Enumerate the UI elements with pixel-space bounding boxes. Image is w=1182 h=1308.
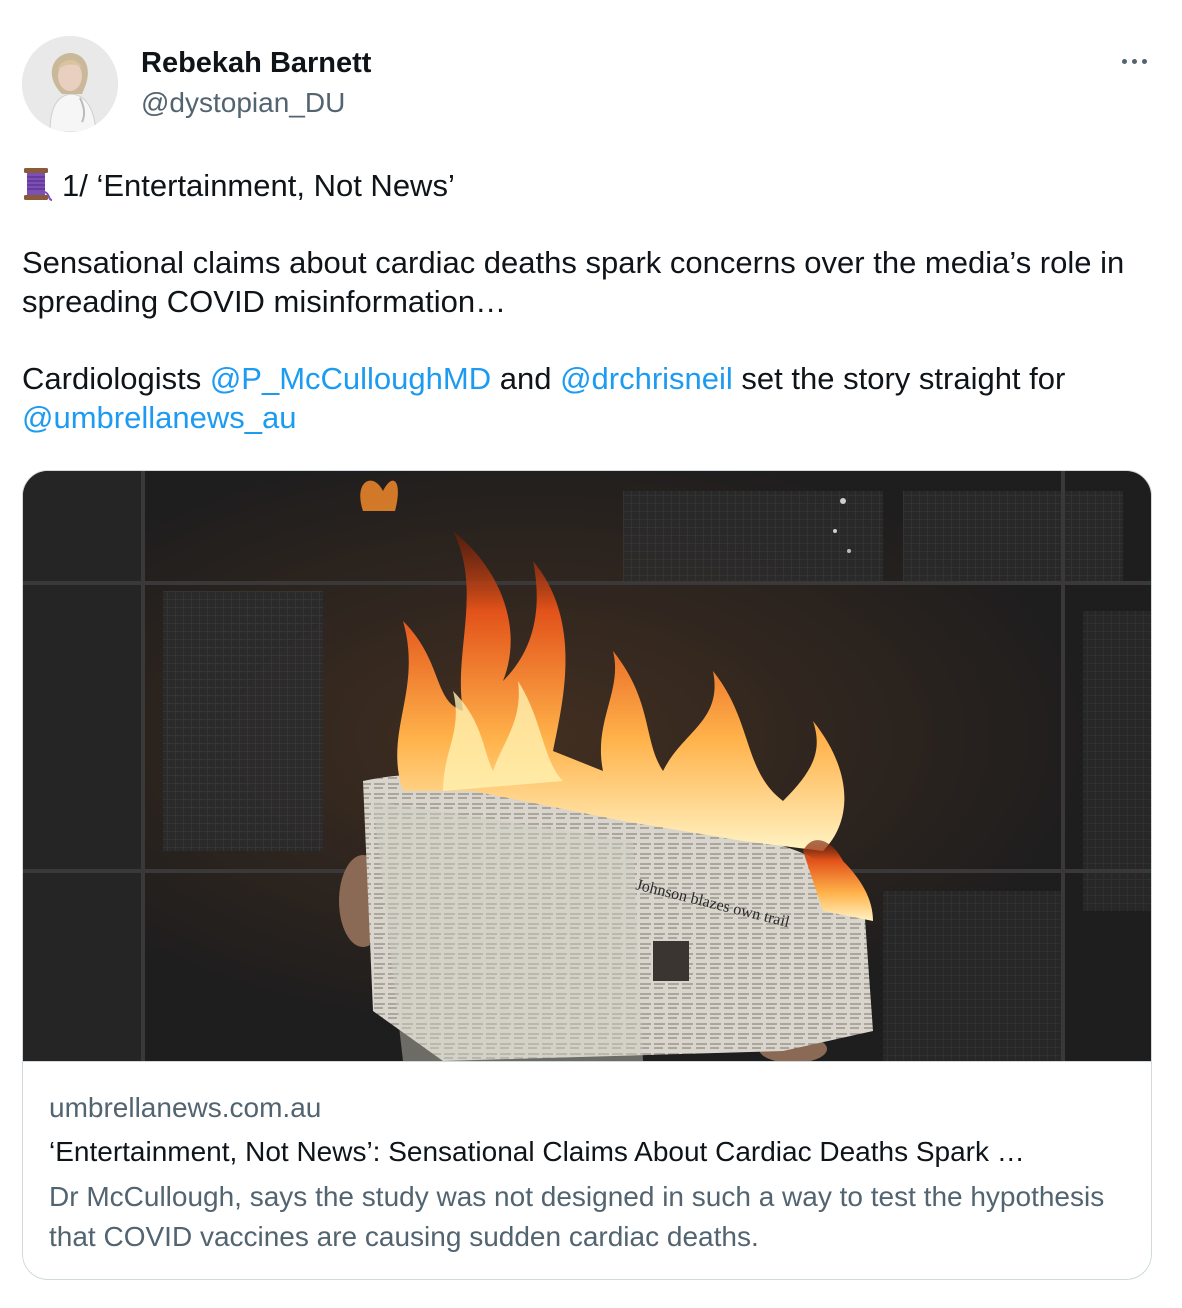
more-horizontal-icon (1121, 58, 1127, 64)
more-options-button[interactable] (1114, 44, 1154, 78)
mention-umbrellanews-au[interactable]: @umbrellanews_au (22, 400, 296, 435)
tweet-text: 1/ ‘Entertainment, Not News’ Sensational… (22, 166, 1152, 437)
card-domain: umbrellanews.com.au (49, 1092, 322, 1123)
tweet-line-1: 1/ ‘Entertainment, Not News’ (22, 166, 1152, 205)
spool-of-thread-icon (24, 168, 52, 201)
text-segment: Cardiologists (22, 361, 210, 396)
card-title: ‘Entertainment, Not News’: Sensational C… (49, 1136, 1025, 1167)
mention-drchrisneil[interactable]: @drchrisneil (560, 361, 733, 396)
text-segment: and (491, 361, 561, 396)
card-description: Dr McCullough, says the study was not de… (49, 1181, 1105, 1252)
tweet-headline: 1/ ‘Entertainment, Not News’ (62, 168, 455, 203)
link-preview-card[interactable]: Johnson blazes own trail umbrellanews.co… (22, 470, 1152, 1280)
author-handle[interactable]: @dystopian_DU (141, 86, 345, 120)
card-divider (23, 1061, 1151, 1062)
profile-photo-icon (22, 36, 118, 132)
tweet-paragraph-3: Cardiologists @P_McCulloughMD and @drchr… (22, 359, 1152, 437)
burning-newspaper-image: Johnson blazes own trail (23, 471, 1151, 1061)
author-name[interactable]: Rebekah Barnett (141, 46, 371, 80)
mention-p-mcculloughmd[interactable]: @P_McCulloughMD (210, 361, 491, 396)
avatar[interactable] (22, 36, 118, 132)
tweet-paragraph-2: Sensational claims about cardiac deaths … (22, 245, 1125, 319)
text-segment: set the story straight for (732, 361, 1066, 396)
